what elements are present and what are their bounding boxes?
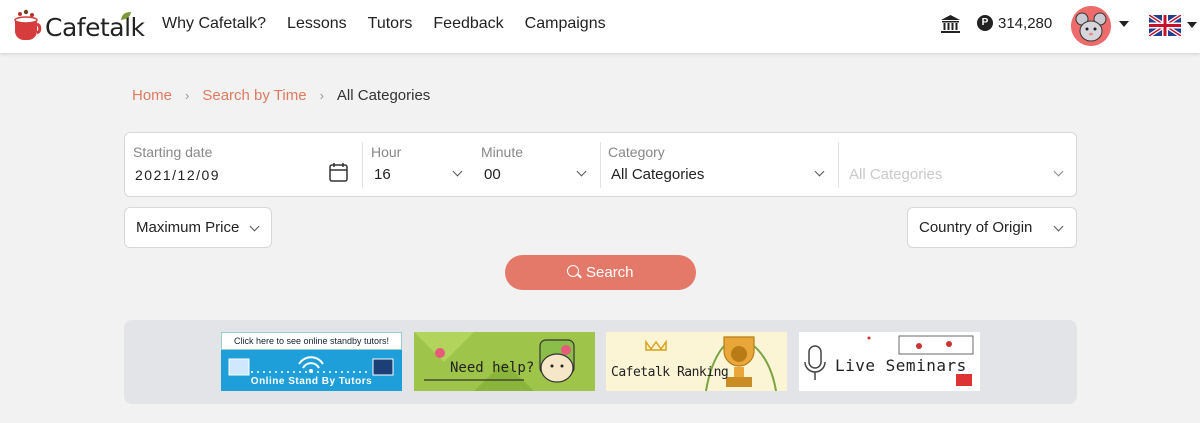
leaf-icon xyxy=(121,12,131,20)
need-help-text: Need help? xyxy=(450,360,535,376)
uk-flag-icon[interactable] xyxy=(1149,15,1181,36)
breadcrumb-home[interactable]: Home xyxy=(132,87,172,104)
nav-feedback[interactable]: Feedback xyxy=(433,15,503,33)
country-of-origin-label: Country of Origin xyxy=(919,219,1033,236)
starting-date-label: Starting date xyxy=(133,144,213,160)
nav-why-cafetalk[interactable]: Why Cafetalk? xyxy=(162,15,266,33)
subcategory-select[interactable]: All Categories xyxy=(839,133,1077,196)
points-balance[interactable]: 314,280 xyxy=(998,15,1052,32)
trophy-icon xyxy=(645,336,777,391)
chevron-down-icon xyxy=(1053,221,1064,232)
search-icon xyxy=(567,265,579,277)
category-value: All Categories xyxy=(611,166,705,183)
category-label: Category xyxy=(608,144,665,160)
chevron-down-icon xyxy=(452,166,463,177)
starting-date-field[interactable]: Starting date 2021/12/09 xyxy=(125,133,361,196)
top-navigation-bar: Cafetalk Why Cafetalk? Lessons Tutors Fe… xyxy=(0,0,1200,53)
live-seminars-text: Live Seminars xyxy=(835,356,967,375)
chevron-down-icon xyxy=(249,221,260,232)
breadcrumb-search-by-time[interactable]: Search by Time xyxy=(202,87,306,104)
calendar-icon[interactable] xyxy=(329,162,348,182)
breadcrumb-separator-icon: › xyxy=(185,88,190,103)
nav-campaigns[interactable]: Campaigns xyxy=(525,15,606,33)
search-filter-box: Starting date 2021/12/09 Hour 16 Minute … xyxy=(124,132,1077,197)
starting-date-input[interactable]: 2021/12/09 xyxy=(135,167,220,183)
mouse-avatar-icon xyxy=(1071,6,1111,46)
user-avatar[interactable] xyxy=(1071,6,1111,46)
standby-banner-bottom-text: Online Stand By Tutors xyxy=(250,376,373,387)
ranking-text: Cafetalk Ranking xyxy=(611,365,729,380)
standby-banner-top-text: Click here to see online standby tutors! xyxy=(221,332,402,350)
minute-value: 00 xyxy=(484,166,501,183)
account-menu-caret-icon[interactable] xyxy=(1119,21,1129,27)
breadcrumb-current: All Categories xyxy=(336,87,431,104)
nav-tutors[interactable]: Tutors xyxy=(368,15,413,33)
points-icon: P xyxy=(977,15,993,31)
cafetalk-logo[interactable]: Cafetalk xyxy=(12,6,145,46)
search-button-label: Search xyxy=(586,264,634,281)
banner-live-seminars[interactable]: Live Seminars xyxy=(799,332,980,391)
maximum-price-label: Maximum Price xyxy=(136,219,240,236)
breadcrumb: Home › Search by Time › All Categories xyxy=(132,87,430,104)
search-button[interactable]: Search xyxy=(505,255,696,290)
banner-online-standby-tutors[interactable]: Click here to see online standby tutors!… xyxy=(221,332,402,391)
hour-label: Hour xyxy=(371,144,402,160)
banner-need-help[interactable]: Need help? xyxy=(414,332,595,391)
language-menu-caret-icon[interactable] xyxy=(1187,22,1197,28)
category-select[interactable]: Category All Categories xyxy=(601,133,833,196)
promo-banner-strip: Click here to see online standby tutors!… xyxy=(124,320,1077,404)
chevron-down-icon xyxy=(814,166,825,177)
country-of-origin-dropdown[interactable]: Country of Origin xyxy=(907,207,1077,248)
maximum-price-dropdown[interactable]: Maximum Price xyxy=(124,207,272,248)
hour-value: 16 xyxy=(374,166,391,183)
subcategory-placeholder: All Categories xyxy=(849,166,943,183)
banner-cafetalk-ranking[interactable]: Cafetalk Ranking xyxy=(606,332,787,391)
chevron-down-icon xyxy=(1053,166,1064,177)
minute-label: Minute xyxy=(481,144,524,160)
bank-icon[interactable] xyxy=(940,14,961,34)
minute-select[interactable]: Minute 00 xyxy=(473,133,599,196)
nav-lessons[interactable]: Lessons xyxy=(287,15,347,33)
main-nav: Why Cafetalk? Lessons Tutors Feedback Ca… xyxy=(162,15,627,33)
chevron-down-icon xyxy=(576,166,587,177)
breadcrumb-separator-icon: › xyxy=(319,88,324,103)
hour-select[interactable]: Hour 16 xyxy=(363,133,473,196)
coffee-cup-icon xyxy=(14,9,42,40)
